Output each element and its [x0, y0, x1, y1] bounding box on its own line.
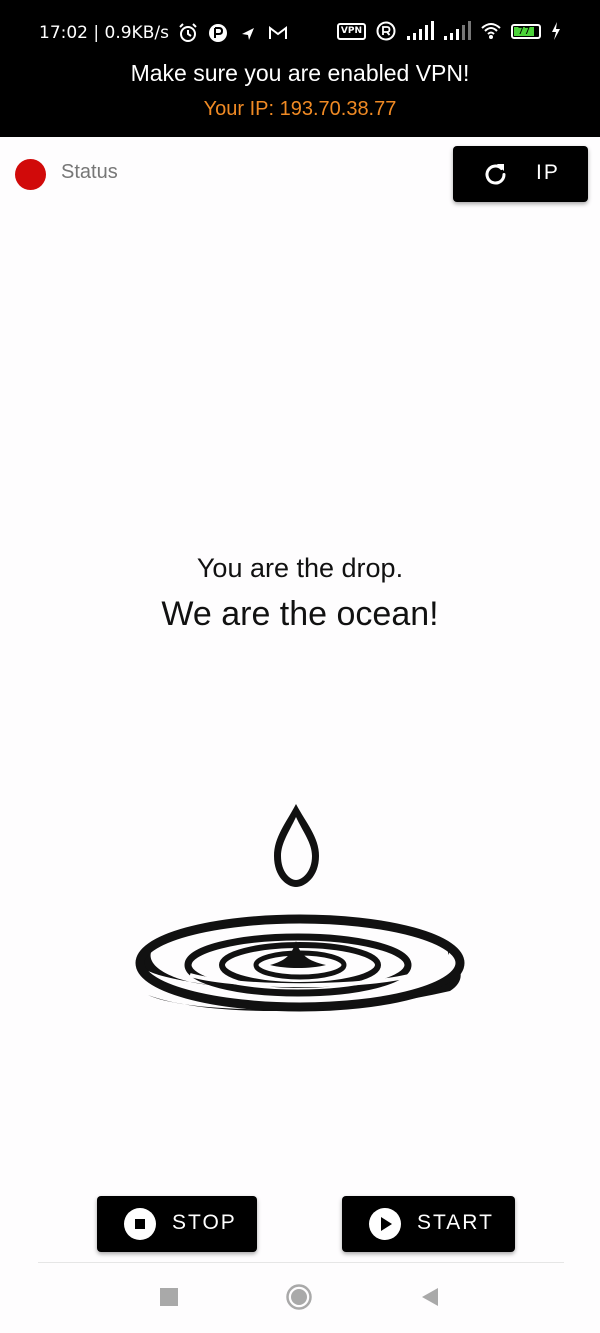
wifi-icon: [481, 23, 501, 39]
slogan-line-2: We are the ocean!: [161, 595, 439, 633]
registered-icon: [376, 21, 396, 41]
alarm-icon: [179, 23, 197, 42]
app-screen: 17:02 | 0.9KB/s VPN 77 Make sure you are…: [0, 0, 600, 1333]
water-drop-ripple-icon: [135, 804, 465, 1012]
refresh-ip-button[interactable]: IP: [453, 146, 588, 202]
ip-button-label: IP: [536, 161, 560, 184]
signal-icon: [444, 21, 471, 40]
status-bar-right: VPN 77: [336, 20, 562, 42]
current-ip-text: Your IP: 193.70.38.77: [203, 98, 397, 120]
status-bar: 17:02 | 0.9KB/s VPN 77: [0, 0, 600, 66]
location-icon: [241, 28, 254, 40]
refresh-icon: [485, 164, 506, 185]
back-icon[interactable]: [418, 1284, 444, 1310]
stop-icon: [124, 1208, 156, 1240]
app-notification-icon: [208, 24, 227, 42]
home-icon[interactable]: [286, 1284, 312, 1310]
nav-divider: [38, 1262, 564, 1263]
charging-icon: [552, 22, 560, 40]
play-icon: [369, 1208, 401, 1240]
gmail-icon: [268, 26, 287, 39]
status-indicator: [15, 159, 46, 190]
vpn-icon: VPN: [336, 22, 366, 40]
status-label: Status: [61, 161, 118, 183]
vpn-warning-title: Make sure you are enabled VPN!: [130, 60, 470, 86]
battery-icon: 77: [511, 23, 541, 39]
signal-icon: [407, 21, 434, 40]
slogan-line-1: You are the drop.: [196, 553, 404, 583]
top-header: 17:02 | 0.9KB/s VPN 77 Make sure you are…: [0, 0, 600, 137]
start-button-label: START: [417, 1211, 494, 1234]
status-bar-left: 17:02 | 0.9KB/s: [39, 22, 289, 44]
time-and-speed: 17:02 | 0.9KB/s: [39, 23, 169, 43]
start-button[interactable]: START: [342, 1196, 515, 1252]
stop-button[interactable]: STOP: [97, 1196, 257, 1252]
recents-icon[interactable]: [156, 1284, 182, 1310]
battery-level: 77: [514, 26, 535, 36]
stop-button-label: STOP: [172, 1211, 237, 1234]
